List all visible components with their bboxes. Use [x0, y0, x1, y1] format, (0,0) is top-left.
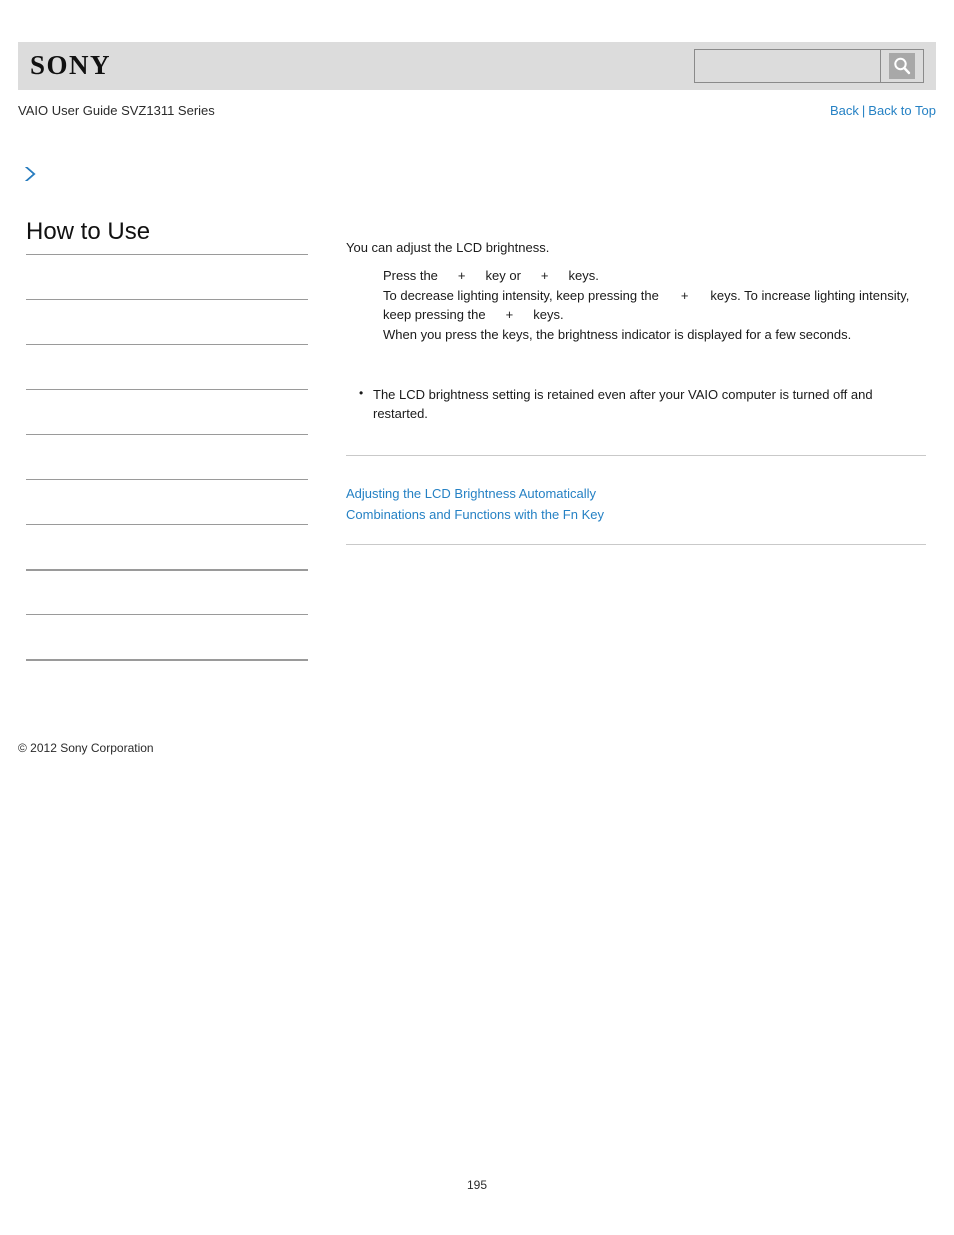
sidebar-item-8[interactable] [26, 569, 308, 614]
intro-paragraph: You can adjust the LCD brightness. [346, 240, 550, 255]
sidebar-item-5[interactable] [26, 434, 308, 479]
chevron-right-icon[interactable] [22, 165, 38, 183]
sidebar: How to Use [26, 218, 308, 661]
list-item: Adjusting the LCD Brightness Automatical… [346, 483, 926, 504]
search-icon [889, 53, 915, 79]
sidebar-item-1[interactable] [26, 254, 308, 299]
step-2-before: To decrease lighting intensity, keep pre… [383, 287, 659, 303]
plus-sign-4: + [505, 307, 514, 322]
plus-sign-2: + [540, 268, 549, 283]
copyright-text: © 2012 Sony Corporation [18, 741, 154, 755]
content-divider-bottom [346, 544, 926, 545]
main-content: You can adjust the LCD brightness. Press… [346, 238, 926, 545]
notes-list: The LCD brightness setting is retained e… [346, 384, 926, 423]
sony-logo: SONY [30, 50, 112, 80]
plus-sign-1: + [457, 268, 466, 283]
related-links-list: Adjusting the LCD Brightness Automatical… [346, 456, 926, 525]
plus-sign-3: + [680, 287, 689, 303]
related-link-1[interactable]: Adjusting the LCD Brightness Automatical… [346, 486, 596, 501]
sidebar-item-2[interactable] [26, 299, 308, 344]
step-2: To decrease lighting intensity, keep pre… [383, 286, 926, 325]
sidebar-item-9[interactable] [26, 614, 308, 659]
search-button[interactable] [880, 49, 924, 83]
subheader: VAIO User Guide SVZ1311 Series Back | Back… [18, 101, 936, 121]
step-1: Press the + key or + keys. [383, 266, 926, 286]
search-area [694, 49, 924, 83]
related-link-2[interactable]: Combinations and Functions with the Fn K… [346, 507, 604, 522]
sidebar-item-7[interactable] [26, 524, 308, 569]
note-item: The LCD brightness setting is retained e… [346, 384, 926, 423]
site-header-bar: SONY [18, 42, 936, 90]
sidebar-item-3[interactable] [26, 344, 308, 389]
breadcrumb [22, 160, 322, 188]
sidebar-item-4[interactable] [26, 389, 308, 434]
guide-title: VAIO User Guide SVZ1311 Series [18, 103, 215, 118]
steps-block: Press the + key or + keys. To decrease light… [383, 266, 926, 344]
sidebar-list [26, 254, 308, 661]
search-input[interactable] [694, 49, 880, 83]
step-1-before: Press the [383, 268, 438, 283]
sidebar-title: How to Use [26, 218, 151, 245]
list-item: Combinations and Functions with the Fn K… [346, 504, 926, 525]
nav-separator: | [861, 103, 866, 118]
header-nav-links: Back | Back to Top [830, 101, 936, 121]
step-3: When you press the keys, the brightness … [383, 326, 852, 342]
sidebar-item-6[interactable] [26, 479, 308, 524]
step-1-mid: key or [485, 268, 521, 283]
step-2-after: keys. [533, 307, 564, 322]
sidebar-bottom-rule [26, 659, 308, 661]
back-link[interactable]: Back [830, 103, 859, 118]
step-1-after: keys. [568, 268, 599, 283]
page-number: 195 [466, 1178, 488, 1192]
back-to-top-link[interactable]: Back to Top [868, 103, 936, 118]
